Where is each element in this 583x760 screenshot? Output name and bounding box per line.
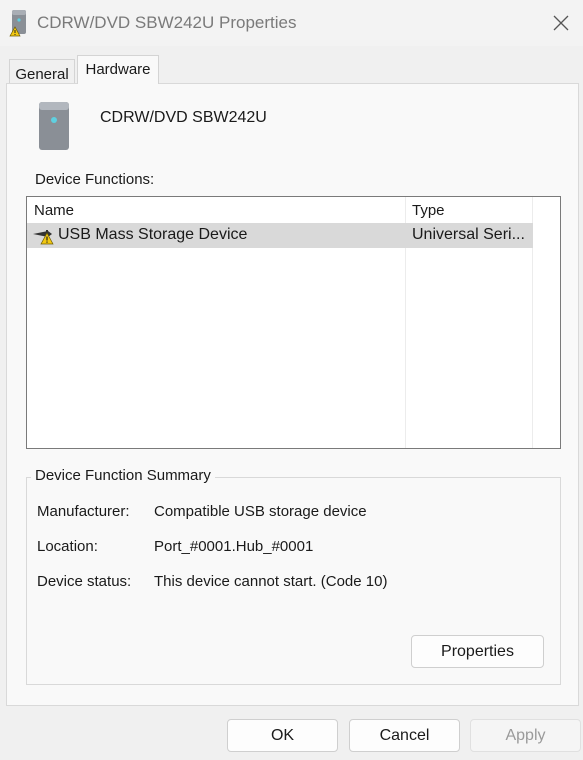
list-item[interactable]: USB Mass Storage Device Universal Seri..… <box>27 223 533 248</box>
close-icon <box>553 15 569 31</box>
tab-general[interactable]: General <box>9 59 75 83</box>
device-name: CDRW/DVD SBW242U <box>100 109 267 126</box>
device-functions-label: Device Functions: <box>35 171 155 188</box>
apply-button[interactable]: Apply <box>470 719 581 752</box>
device-status-label: Device status: <box>37 573 132 590</box>
drive-icon <box>39 102 69 150</box>
column-header-name[interactable]: Name <box>34 202 74 219</box>
drive-icon <box>9 10 26 37</box>
tab-hardware[interactable]: Hardware <box>77 55 159 84</box>
column-header-type[interactable]: Type <box>412 202 445 219</box>
location-label: Location: <box>37 538 98 555</box>
manufacturer-label: Manufacturer: <box>37 503 130 520</box>
device-status-value: This device cannot start. (Code 10) <box>154 573 388 590</box>
close-button[interactable] <box>539 0 583 46</box>
window-title: CDRW/DVD SBW242U Properties <box>37 13 297 32</box>
ok-button[interactable]: OK <box>227 719 338 752</box>
row-name: USB Mass Storage Device <box>58 226 248 243</box>
device-functions-list[interactable]: Name Type USB Mass Storage Device Univer… <box>26 196 561 449</box>
manufacturer-value: Compatible USB storage device <box>154 503 367 520</box>
cancel-button[interactable]: Cancel <box>349 719 460 752</box>
summary-title: Device Function Summary <box>31 467 215 484</box>
location-value: Port_#0001.Hub_#0001 <box>154 538 314 555</box>
row-type: Universal Seri... <box>412 226 525 243</box>
properties-button[interactable]: Properties <box>411 635 544 668</box>
title-bar: CDRW/DVD SBW242U Properties <box>0 0 583 46</box>
usb-warning-icon <box>33 230 54 245</box>
